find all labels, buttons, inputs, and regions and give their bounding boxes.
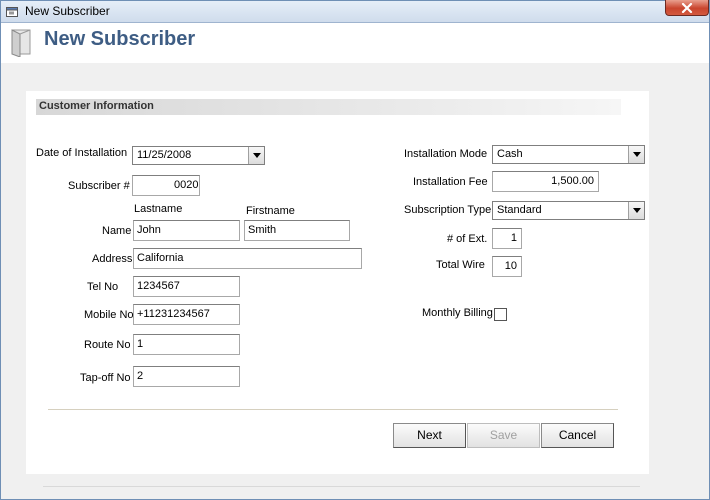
mobile-field[interactable]: +11231234567: [133, 304, 240, 325]
section-title: Customer Information: [39, 100, 154, 112]
chevron-down-icon: [632, 152, 641, 157]
firstname-label: Firstname: [246, 205, 295, 217]
date-label: Date of Installation: [36, 147, 128, 159]
subscriber-label: Subscriber #: [68, 180, 130, 192]
tel-label: Tel No: [87, 281, 119, 293]
header: New Subscriber: [1, 23, 709, 63]
tapoff-field[interactable]: 2: [133, 366, 240, 387]
customer-info-panel: Customer Information Date of Installatio…: [26, 91, 649, 474]
section-header: Customer Information: [36, 99, 621, 115]
name-label: Name: [102, 225, 132, 237]
installation-mode-dropdown-button[interactable]: [628, 146, 644, 163]
window-title: New Subscriber: [25, 4, 110, 18]
new-subscriber-window: New Subscriber New Subscriber Customer I…: [0, 0, 710, 500]
subscriber-number-field[interactable]: 0020: [132, 175, 200, 196]
subscription-type-select[interactable]: Standard: [492, 201, 645, 220]
subscription-type-dropdown-button[interactable]: [628, 202, 644, 219]
lastname-label: Lastname: [134, 203, 183, 215]
mobile-label: Mobile No: [84, 309, 134, 321]
date-picker[interactable]: 11/25/2008: [132, 146, 265, 165]
tapoff-value: 2: [137, 370, 144, 382]
lastname-value: John: [137, 224, 161, 236]
address-field[interactable]: California: [133, 248, 362, 269]
tapoff-label: Tap-off No: [80, 372, 131, 384]
installation-fee-field[interactable]: 1,500.00: [492, 171, 599, 192]
installation-mode-select[interactable]: Cash: [492, 145, 645, 164]
address-label: Address: [92, 253, 133, 265]
extensions-field[interactable]: 1: [492, 228, 522, 249]
window-icon: [6, 7, 18, 17]
chevron-down-icon: [252, 153, 261, 158]
total-wire-value: 10: [504, 260, 517, 272]
status-divider: [43, 486, 640, 487]
address-value: California: [137, 252, 184, 264]
route-field[interactable]: 1: [133, 334, 240, 355]
tel-value: 1234567: [137, 280, 180, 292]
firstname-field[interactable]: Smith: [244, 220, 350, 241]
page-title: New Subscriber: [44, 28, 196, 50]
chevron-down-icon: [632, 208, 641, 213]
extensions-value: 1: [510, 232, 517, 244]
close-icon: [681, 2, 693, 13]
cancel-button[interactable]: Cancel: [541, 423, 614, 448]
next-button[interactable]: Next: [393, 423, 466, 448]
installation-mode-label: Installation Mode: [404, 148, 488, 160]
installation-fee-label: Installation Fee: [413, 176, 488, 188]
document-icon: [11, 29, 31, 57]
subscription-type-value: Standard: [497, 204, 542, 216]
monthly-billing-label: Monthly Billing: [422, 307, 493, 319]
monthly-billing-checkbox[interactable]: [494, 308, 507, 321]
date-value: 11/25/2008: [137, 149, 192, 161]
title-bar[interactable]: New Subscriber: [1, 0, 709, 23]
firstname-value: Smith: [248, 224, 277, 236]
close-button[interactable]: [665, 0, 709, 16]
tel-field[interactable]: 1234567: [133, 276, 240, 297]
save-button[interactable]: Save: [467, 423, 540, 448]
installation-fee-value: 1,500.00: [551, 175, 594, 187]
subscription-type-label: Subscription Type: [404, 204, 492, 216]
installation-mode-value: Cash: [497, 148, 523, 160]
mobile-value: +11231234567: [137, 308, 210, 320]
separator: [48, 409, 618, 410]
total-wire-field[interactable]: 10: [492, 256, 522, 277]
route-value: 1: [137, 338, 144, 350]
total-wire-label: Total Wire: [436, 259, 485, 271]
date-dropdown-button[interactable]: [248, 147, 264, 164]
subscriber-number-value: 0020: [174, 179, 199, 191]
extensions-label: # of Ext.: [447, 233, 488, 245]
lastname-field[interactable]: John: [133, 220, 240, 241]
route-label: Route No: [84, 339, 131, 351]
